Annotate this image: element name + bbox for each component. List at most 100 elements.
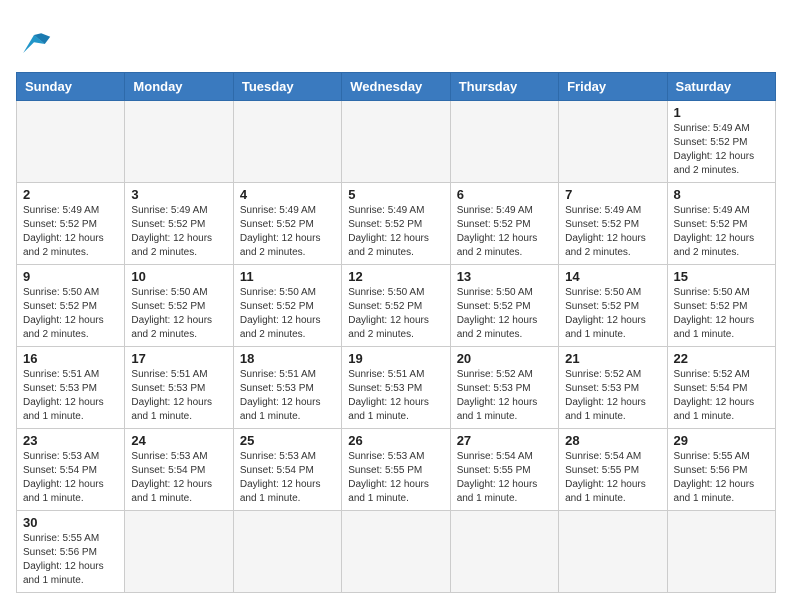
day-number: 14 xyxy=(565,269,660,284)
calendar: SundayMondayTuesdayWednesdayThursdayFrid… xyxy=(16,72,776,593)
day-number: 12 xyxy=(348,269,443,284)
day-cell xyxy=(125,511,233,593)
header-monday: Monday xyxy=(125,73,233,101)
day-info: Sunrise: 5:51 AM Sunset: 5:53 PM Dayligh… xyxy=(240,368,335,424)
day-cell: 26 Sunrise: 5:53 AM Sunset: 5:55 PM Dayli… xyxy=(342,429,450,511)
day-info: Sunrise: 5:55 AM Sunset: 5:56 PM Dayligh… xyxy=(674,450,769,506)
day-cell: 8 Sunrise: 5:49 AM Sunset: 5:52 PM Daylig… xyxy=(667,183,775,265)
day-cell: 27Sunrise: 5:54 AM Sunset: 5:55 PM Dayli… xyxy=(450,429,558,511)
day-cell: 5 Sunrise: 5:49 AM Sunset: 5:52 PM Daylig… xyxy=(342,183,450,265)
day-info: Sunrise: 5:49 AM Sunset: 5:52 PM Dayligh… xyxy=(674,122,769,178)
week-row-0: 1 Sunrise: 5:49 AM Sunset: 5:52 PM Daylig… xyxy=(17,101,776,183)
day-cell: 23 Sunrise: 5:53 AM Sunset: 5:54 PM Dayli… xyxy=(17,429,125,511)
day-cell: 7Sunrise: 5:49 AM Sunset: 5:52 PM Daylig… xyxy=(559,183,667,265)
day-cell: 30 Sunrise: 5:55 AM Sunset: 5:56 PM Dayli… xyxy=(17,511,125,593)
day-cell xyxy=(125,101,233,183)
logo-bird-icon xyxy=(16,26,52,62)
day-number: 30 xyxy=(23,515,118,530)
day-number: 26 xyxy=(348,433,443,448)
day-number: 17 xyxy=(131,351,226,366)
day-cell xyxy=(342,101,450,183)
day-info: Sunrise: 5:50 AM Sunset: 5:52 PM Dayligh… xyxy=(457,286,552,342)
day-info: Sunrise: 5:50 AM Sunset: 5:52 PM Dayligh… xyxy=(565,286,660,342)
day-cell: 2 Sunrise: 5:49 AM Sunset: 5:52 PM Daylig… xyxy=(17,183,125,265)
day-cell: 25Sunrise: 5:53 AM Sunset: 5:54 PM Dayli… xyxy=(233,429,341,511)
day-cell xyxy=(559,101,667,183)
day-cell: 4 Sunrise: 5:49 AM Sunset: 5:52 PM Daylig… xyxy=(233,183,341,265)
week-row-4: 23 Sunrise: 5:53 AM Sunset: 5:54 PM Dayli… xyxy=(17,429,776,511)
day-info: Sunrise: 5:55 AM Sunset: 5:56 PM Dayligh… xyxy=(23,532,118,588)
day-info: Sunrise: 5:52 AM Sunset: 5:53 PM Dayligh… xyxy=(565,368,660,424)
week-row-1: 2 Sunrise: 5:49 AM Sunset: 5:52 PM Daylig… xyxy=(17,183,776,265)
day-cell: 1 Sunrise: 5:49 AM Sunset: 5:52 PM Daylig… xyxy=(667,101,775,183)
day-number: 13 xyxy=(457,269,552,284)
day-number: 15 xyxy=(674,269,769,284)
day-cell: 21Sunrise: 5:52 AM Sunset: 5:53 PM Dayli… xyxy=(559,347,667,429)
day-number: 19 xyxy=(348,351,443,366)
week-row-3: 16 Sunrise: 5:51 AM Sunset: 5:53 PM Dayli… xyxy=(17,347,776,429)
day-number: 27 xyxy=(457,433,552,448)
day-cell: 29 Sunrise: 5:55 AM Sunset: 5:56 PM Dayli… xyxy=(667,429,775,511)
day-number: 9 xyxy=(23,269,118,284)
day-number: 22 xyxy=(674,351,769,366)
day-number: 4 xyxy=(240,187,335,202)
day-cell: 12 Sunrise: 5:50 AM Sunset: 5:52 PM Dayli… xyxy=(342,265,450,347)
day-cell xyxy=(342,511,450,593)
header-saturday: Saturday xyxy=(667,73,775,101)
day-info: Sunrise: 5:49 AM Sunset: 5:52 PM Dayligh… xyxy=(23,204,118,260)
day-info: Sunrise: 5:51 AM Sunset: 5:53 PM Dayligh… xyxy=(23,368,118,424)
day-cell: 10 Sunrise: 5:50 AM Sunset: 5:52 PM Dayli… xyxy=(125,265,233,347)
day-info: Sunrise: 5:51 AM Sunset: 5:53 PM Dayligh… xyxy=(348,368,443,424)
day-number: 2 xyxy=(23,187,118,202)
header xyxy=(16,16,776,62)
day-info: Sunrise: 5:51 AM Sunset: 5:53 PM Dayligh… xyxy=(131,368,226,424)
day-number: 1 xyxy=(674,105,769,120)
day-number: 23 xyxy=(23,433,118,448)
day-info: Sunrise: 5:53 AM Sunset: 5:55 PM Dayligh… xyxy=(348,450,443,506)
day-info: Sunrise: 5:50 AM Sunset: 5:52 PM Dayligh… xyxy=(348,286,443,342)
day-number: 29 xyxy=(674,433,769,448)
day-cell: 28Sunrise: 5:54 AM Sunset: 5:55 PM Dayli… xyxy=(559,429,667,511)
day-info: Sunrise: 5:49 AM Sunset: 5:52 PM Dayligh… xyxy=(348,204,443,260)
day-number: 10 xyxy=(131,269,226,284)
day-number: 18 xyxy=(240,351,335,366)
day-cell: 20Sunrise: 5:52 AM Sunset: 5:53 PM Dayli… xyxy=(450,347,558,429)
day-cell xyxy=(17,101,125,183)
day-info: Sunrise: 5:50 AM Sunset: 5:52 PM Dayligh… xyxy=(23,286,118,342)
day-cell: 14 Sunrise: 5:50 AM Sunset: 5:52 PM Dayli… xyxy=(559,265,667,347)
day-cell xyxy=(450,511,558,593)
day-info: Sunrise: 5:49 AM Sunset: 5:52 PM Dayligh… xyxy=(131,204,226,260)
day-number: 6 xyxy=(457,187,552,202)
day-info: Sunrise: 5:53 AM Sunset: 5:54 PM Dayligh… xyxy=(23,450,118,506)
day-info: Sunrise: 5:49 AM Sunset: 5:52 PM Dayligh… xyxy=(240,204,335,260)
day-info: Sunrise: 5:50 AM Sunset: 5:52 PM Dayligh… xyxy=(131,286,226,342)
logo xyxy=(16,26,56,62)
day-headers: SundayMondayTuesdayWednesdayThursdayFrid… xyxy=(17,73,776,101)
day-cell: 9 Sunrise: 5:50 AM Sunset: 5:52 PM Daylig… xyxy=(17,265,125,347)
day-info: Sunrise: 5:49 AM Sunset: 5:52 PM Dayligh… xyxy=(674,204,769,260)
day-cell xyxy=(233,511,341,593)
header-wednesday: Wednesday xyxy=(342,73,450,101)
day-info: Sunrise: 5:54 AM Sunset: 5:55 PM Dayligh… xyxy=(565,450,660,506)
header-thursday: Thursday xyxy=(450,73,558,101)
day-cell: 16 Sunrise: 5:51 AM Sunset: 5:53 PM Dayli… xyxy=(17,347,125,429)
day-number: 16 xyxy=(23,351,118,366)
day-info: Sunrise: 5:50 AM Sunset: 5:52 PM Dayligh… xyxy=(240,286,335,342)
day-cell: 15Sunrise: 5:50 AM Sunset: 5:52 PM Dayli… xyxy=(667,265,775,347)
week-row-2: 9 Sunrise: 5:50 AM Sunset: 5:52 PM Daylig… xyxy=(17,265,776,347)
day-cell: 24 Sunrise: 5:53 AM Sunset: 5:54 PM Dayli… xyxy=(125,429,233,511)
day-cell: 13 Sunrise: 5:50 AM Sunset: 5:52 PM Dayli… xyxy=(450,265,558,347)
day-info: Sunrise: 5:53 AM Sunset: 5:54 PM Dayligh… xyxy=(240,450,335,506)
day-cell: 18 Sunrise: 5:51 AM Sunset: 5:53 PM Dayli… xyxy=(233,347,341,429)
day-cell: 17 Sunrise: 5:51 AM Sunset: 5:53 PM Dayli… xyxy=(125,347,233,429)
day-number: 8 xyxy=(674,187,769,202)
day-number: 24 xyxy=(131,433,226,448)
header-tuesday: Tuesday xyxy=(233,73,341,101)
day-info: Sunrise: 5:52 AM Sunset: 5:54 PM Dayligh… xyxy=(674,368,769,424)
day-info: Sunrise: 5:53 AM Sunset: 5:54 PM Dayligh… xyxy=(131,450,226,506)
day-number: 20 xyxy=(457,351,552,366)
day-number: 5 xyxy=(348,187,443,202)
day-cell: 19 Sunrise: 5:51 AM Sunset: 5:53 PM Dayli… xyxy=(342,347,450,429)
day-cell xyxy=(559,511,667,593)
day-cell: 22 Sunrise: 5:52 AM Sunset: 5:54 PM Dayli… xyxy=(667,347,775,429)
